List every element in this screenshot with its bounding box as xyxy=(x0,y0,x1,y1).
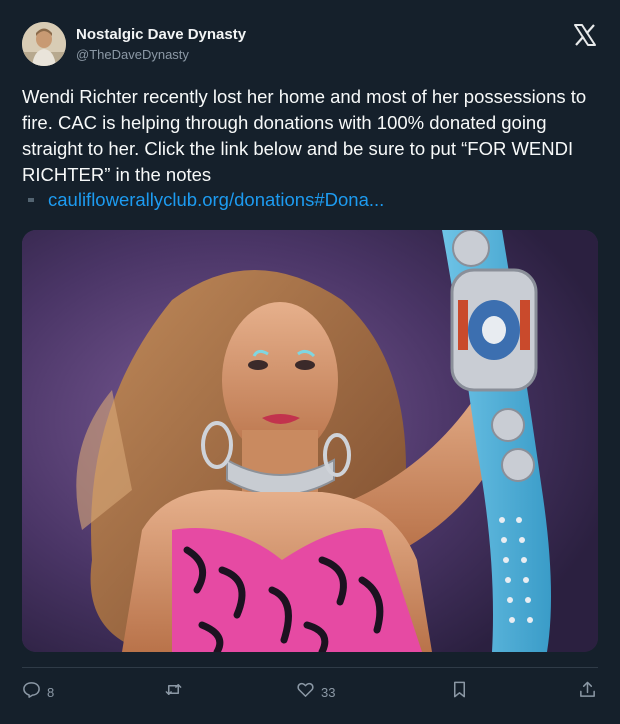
action-bar: 8 33 xyxy=(22,678,598,706)
retweet-button[interactable] xyxy=(164,678,183,706)
link-row: cauliflowerallyclub.org/donations#Dona..… xyxy=(28,186,384,214)
share-icon xyxy=(578,680,597,704)
avatar[interactable] xyxy=(22,22,66,66)
author-names: Nostalgic Dave Dynasty @TheDaveDynasty xyxy=(76,26,246,64)
share-button[interactable] xyxy=(578,678,597,706)
bookmark-button[interactable] xyxy=(450,678,469,706)
retweet-icon xyxy=(164,680,183,704)
divider xyxy=(22,667,598,668)
handle[interactable]: @TheDaveDynasty xyxy=(76,46,246,64)
tweet-header: Nostalgic Dave Dynasty @TheDaveDynasty xyxy=(22,22,598,68)
like-icon xyxy=(296,680,315,704)
x-logo-icon[interactable] xyxy=(572,22,598,48)
reply-icon xyxy=(22,680,41,704)
tweet-photo[interactable] xyxy=(22,230,598,652)
bookmark-icon xyxy=(450,680,469,704)
display-name[interactable]: Nostalgic Dave Dynasty xyxy=(76,26,246,44)
reply-count: 8 xyxy=(47,684,55,700)
reply-button[interactable]: 8 xyxy=(22,678,54,706)
donation-link[interactable]: cauliflowerallyclub.org/donations#Dona..… xyxy=(48,189,384,211)
tweet-text: Wendi Richter recently lost her home and… xyxy=(22,86,587,185)
like-count: 33 xyxy=(321,684,336,700)
like-button[interactable]: 33 xyxy=(296,678,335,706)
link-bullet xyxy=(28,198,34,202)
